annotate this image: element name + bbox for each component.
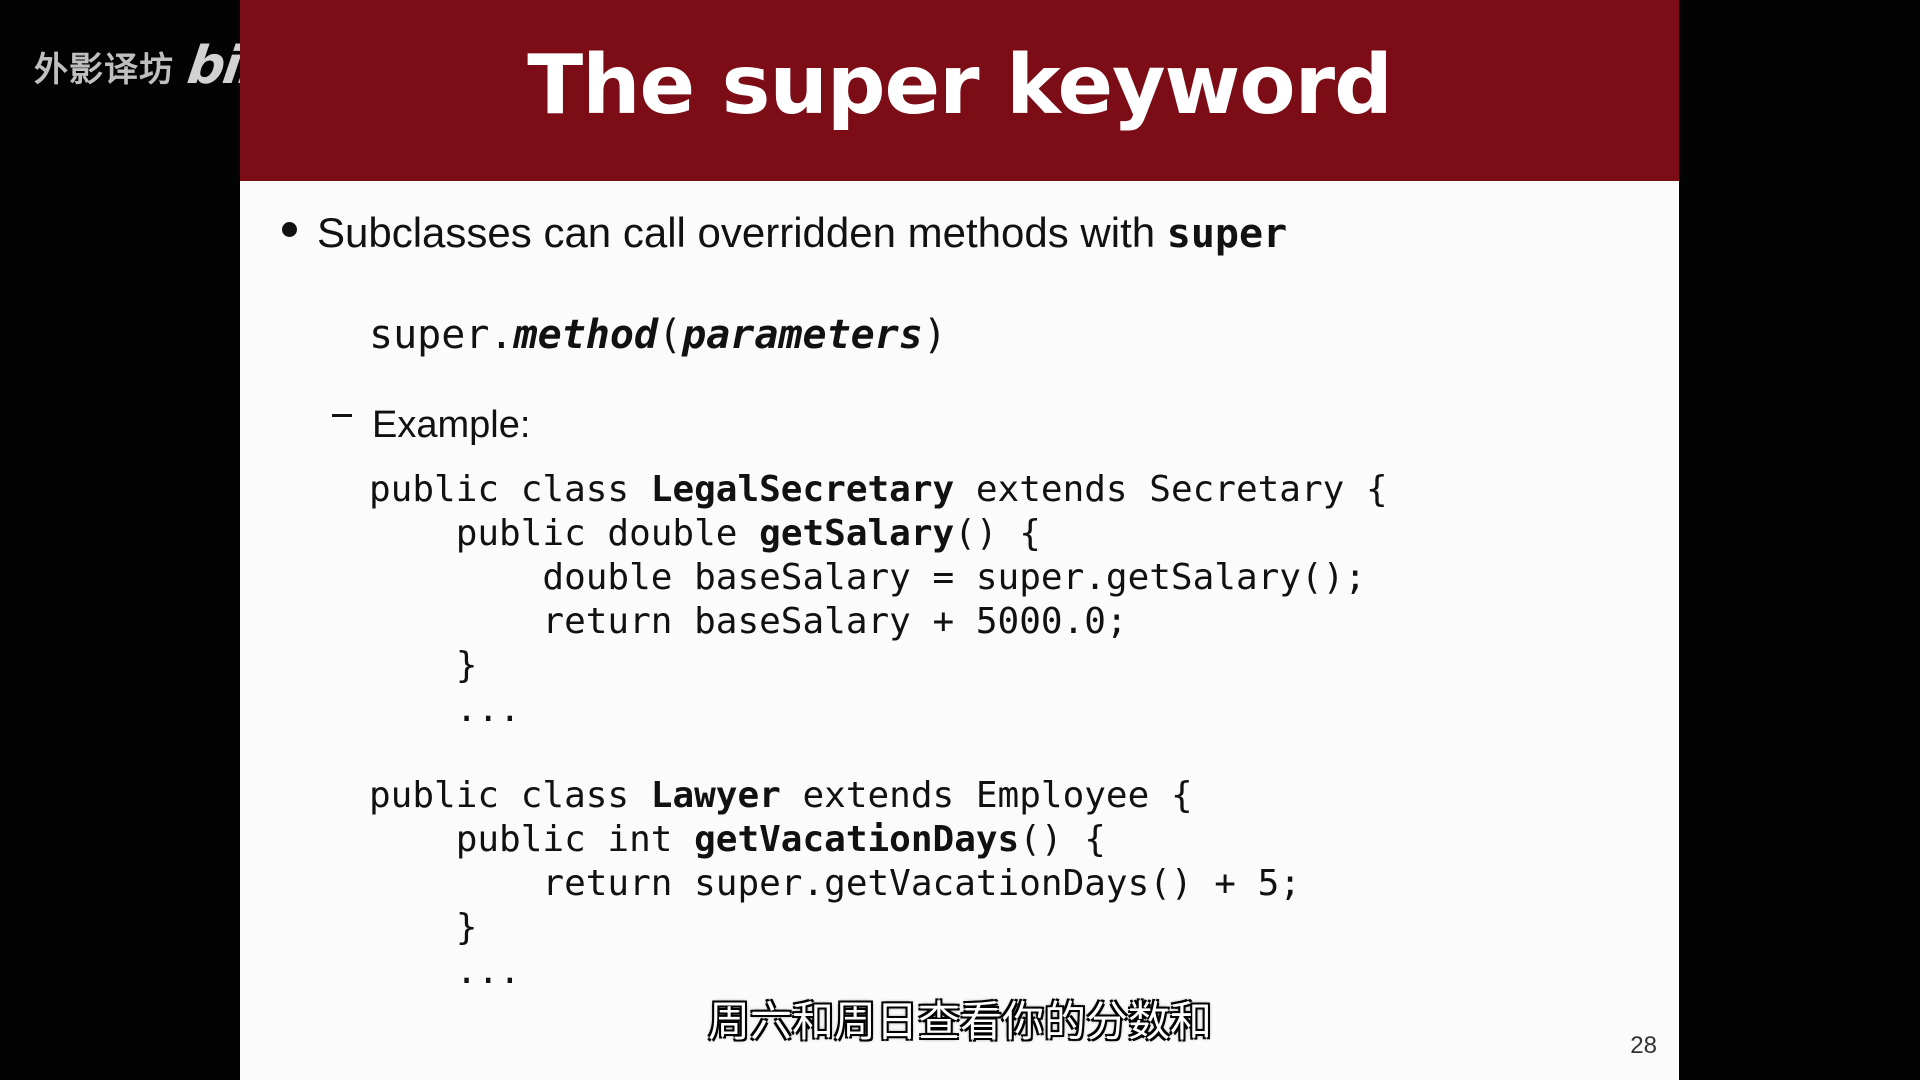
method-name: getVacationDays: [694, 819, 1020, 860]
method-name: getSalary: [759, 513, 955, 554]
bullet-text: Subclasses can call overridden methods w…: [317, 209, 1167, 256]
main-bullet: Subclasses can call overridden methods w…: [282, 212, 1287, 254]
dash-icon: [332, 414, 352, 417]
code-token: () {: [1019, 819, 1106, 860]
code-line: return baseSalary + 5000.0;: [369, 601, 1128, 642]
slide-header: The super keyword: [240, 0, 1679, 181]
code-line: ...: [369, 689, 521, 730]
code-line: public class LegalSecretary extends Secr…: [369, 468, 1388, 512]
syntax-open: (: [658, 312, 683, 358]
class-name: Lawyer: [650, 775, 781, 816]
code-line: }: [369, 907, 478, 948]
example-label: Example:: [372, 404, 531, 446]
syntax-method: method: [513, 312, 659, 358]
class-name: LegalSecretary: [650, 469, 955, 510]
code-token: public class: [369, 469, 651, 510]
syntax-close: ): [922, 312, 948, 358]
code-token: extends Employee {: [780, 775, 1193, 816]
presentation-slide: The super keyword Subclasses can call ov…: [240, 0, 1679, 1080]
code-token: public double: [369, 513, 760, 554]
bullet-keyword: super: [1166, 211, 1288, 257]
code-block: public class LegalSecretary extends Secr…: [369, 468, 1388, 994]
code-line: public class Lawyer extends Employee {: [369, 774, 1388, 818]
code-token: public int: [369, 819, 695, 860]
channel-name: 外影译坊: [34, 49, 174, 90]
code-line: double baseSalary = super.getSalary();: [369, 557, 1366, 598]
syntax-example: super.method(parameters): [369, 312, 947, 358]
code-spacer: [369, 732, 1388, 774]
code-token: extends Secretary {: [954, 469, 1388, 510]
example-subbullet: Example:: [332, 404, 530, 447]
slide-title: The super keyword: [527, 38, 1393, 133]
code-token: () {: [954, 513, 1041, 554]
code-token: public class: [369, 775, 651, 816]
video-frame: 外影译坊 bilibili The super keyword Subclass…: [0, 0, 1920, 1080]
code-line: public int getVacationDays() {: [369, 818, 1388, 862]
video-subtitle: 周六和周日查看你的分数和: [707, 997, 1212, 1046]
code-line: return super.getVacationDays() + 5;: [369, 863, 1301, 904]
code-line: public double getSalary() {: [369, 512, 1388, 556]
syntax-params: parameters: [682, 312, 923, 358]
code-line: }: [369, 645, 478, 686]
syntax-prefix: super.: [369, 312, 514, 358]
bullet-dot-icon: [282, 222, 297, 237]
